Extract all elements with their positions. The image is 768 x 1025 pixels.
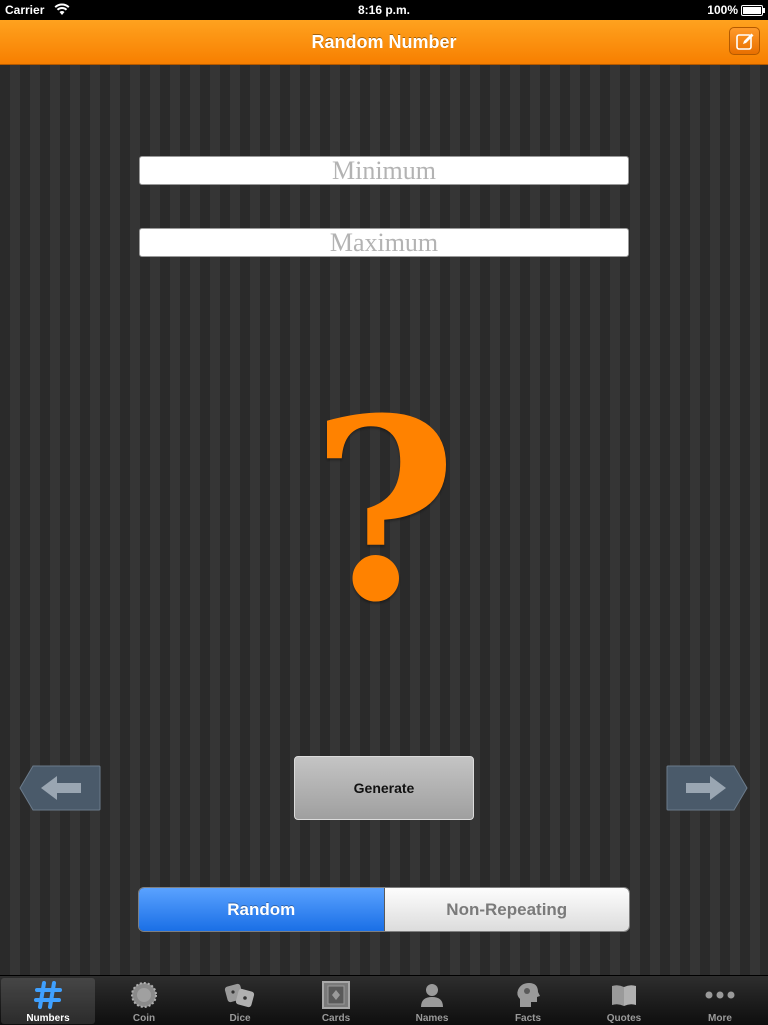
more-icon	[705, 991, 735, 999]
tab-label: Numbers	[26, 1013, 70, 1024]
result-display: ?	[310, 363, 458, 657]
status-time: 8:16 p.m.	[357, 3, 411, 17]
navigation-bar: Random Number	[0, 20, 768, 65]
battery-icon	[741, 5, 765, 16]
hash-icon	[34, 981, 62, 1009]
tab-coin[interactable]: Coin	[97, 978, 191, 1024]
tab-names[interactable]: Names	[385, 978, 479, 1024]
tab-label: Dice	[229, 1013, 251, 1024]
maximum-input[interactable]	[139, 228, 629, 257]
dice-icon	[224, 983, 255, 1008]
head-icon	[517, 983, 540, 1007]
person-icon	[421, 984, 443, 1007]
tab-label: More	[708, 1013, 732, 1024]
tab-label: Cards	[321, 1013, 351, 1024]
segment-non-repeating[interactable]: Non-Repeating	[384, 888, 629, 931]
tab-label: Quotes	[606, 1013, 642, 1024]
tab-label: Coin	[132, 1013, 156, 1024]
tab-label: Facts	[514, 1013, 542, 1024]
tab-facts[interactable]: Facts	[481, 978, 575, 1024]
compose-icon	[736, 33, 754, 50]
minimum-input[interactable]	[139, 156, 629, 185]
cards-icon	[322, 981, 350, 1009]
tab-dice[interactable]: Dice	[193, 978, 287, 1024]
coin-icon	[131, 982, 157, 1008]
tab-cards[interactable]: Cards	[289, 978, 383, 1024]
segment-random[interactable]: Random	[139, 888, 385, 931]
tab-more[interactable]: More	[673, 978, 767, 1024]
tab-numbers[interactable]: Numbers	[1, 978, 95, 1024]
tab-label: Names	[415, 1013, 449, 1024]
tab-bar: Numbers Coin Dice Cards Names Facts Quot…	[0, 975, 768, 1025]
page-title: Random Number	[311, 32, 457, 52]
mode-segmented-control: Random Non-Repeating	[138, 887, 630, 932]
compose-button[interactable]	[729, 27, 760, 55]
tab-quotes[interactable]: Quotes	[577, 978, 671, 1024]
status-bar: Carrier 8:16 p.m. 100%	[0, 0, 768, 20]
battery-percentage: 100%	[707, 3, 738, 17]
next-button[interactable]	[666, 765, 748, 811]
previous-button[interactable]	[19, 765, 101, 811]
book-icon	[612, 985, 636, 1006]
generate-button[interactable]: Generate	[294, 756, 474, 820]
